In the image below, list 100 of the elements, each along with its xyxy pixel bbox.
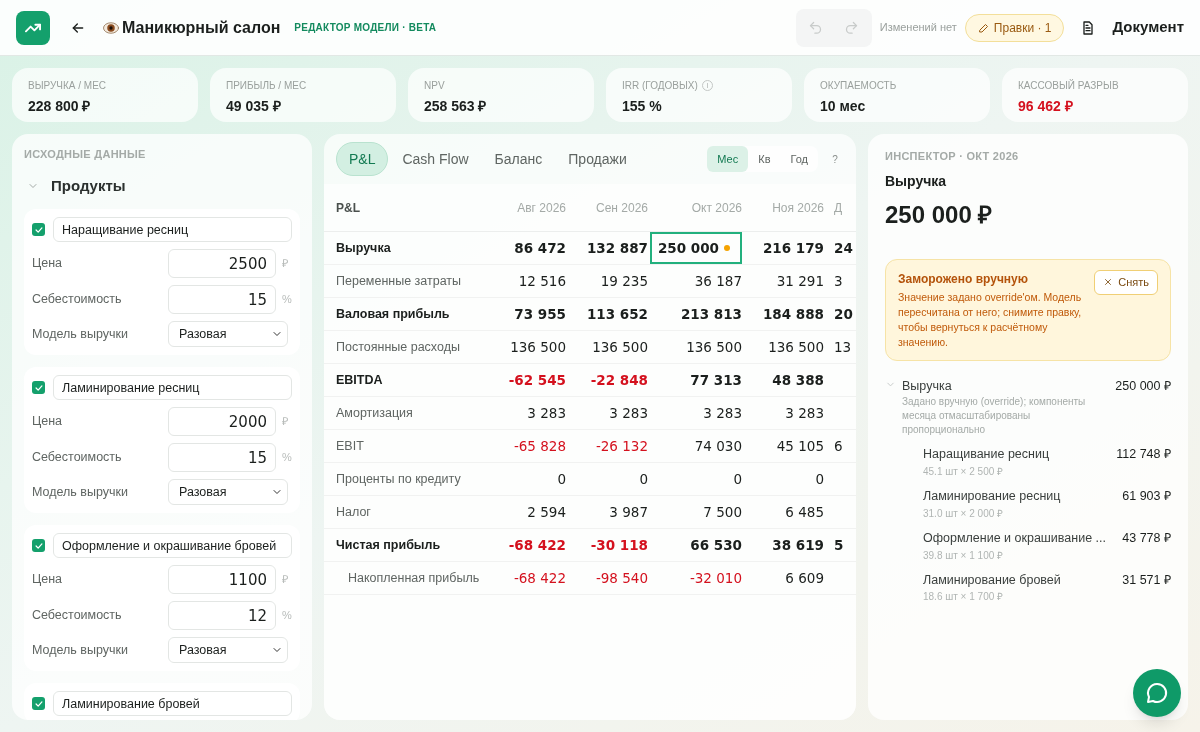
component-detail: 18.6 шт × 1 700 ₽	[923, 590, 1005, 605]
table-cell[interactable]: 0	[648, 468, 742, 490]
period-toggle[interactable]: Мес	[707, 146, 749, 172]
table-cell[interactable]: 20	[824, 303, 854, 325]
chat-button[interactable]	[1133, 669, 1181, 717]
product-name-field[interactable]: Оформление и окрашивание бровей	[53, 533, 292, 558]
table-cell[interactable]: 24	[824, 237, 854, 259]
table-cell[interactable]: 3 987	[566, 501, 648, 523]
table-cell[interactable]: -30 118	[566, 534, 648, 556]
product-name-field[interactable]: Ламинирование бровей	[53, 691, 292, 716]
chat-bubble-icon	[1145, 681, 1169, 705]
report-tab[interactable]: P&L	[336, 142, 389, 176]
table-cell[interactable]: 48 388	[742, 369, 824, 391]
table-cell[interactable]: 213 813	[648, 303, 742, 325]
product-name-field[interactable]: Ламинирование ресниц	[53, 375, 292, 400]
table-cell[interactable]: -62 545	[494, 369, 566, 391]
table-cell[interactable]: -65 828	[494, 435, 566, 457]
table-cell[interactable]: 3 283	[742, 402, 824, 424]
select-field[interactable]: Разовая	[168, 479, 288, 505]
number-field[interactable]: 2500	[168, 249, 276, 278]
table-cell[interactable]: 6 609	[742, 567, 824, 589]
kpi-label: NPV	[424, 79, 445, 93]
table-cell[interactable]: 45 105	[742, 435, 824, 457]
table-cell[interactable]: 7 500	[648, 501, 742, 523]
table-cell[interactable]: 12 516	[494, 270, 566, 292]
table-cell[interactable]: 216 179	[742, 237, 824, 259]
metric-name: Выручка	[885, 171, 948, 191]
column-header: Д	[833, 199, 844, 217]
kpi-value: 228 800 ₽	[28, 97, 92, 116]
component-label: Оформление и окрашивание ...	[923, 529, 1107, 547]
table-cell[interactable]: 31 291	[742, 270, 824, 292]
table-cell[interactable]: 136 500	[494, 336, 566, 358]
checkbox[interactable]	[32, 381, 45, 394]
column-header: Окт 2026	[690, 199, 742, 217]
document-button[interactable]: Документ	[1080, 16, 1184, 39]
kpi-label: ВЫРУЧКА / МЕС	[28, 79, 107, 93]
section-toggle[interactable]: Продукты	[24, 174, 126, 197]
table-cell[interactable]: 74 030	[648, 435, 742, 457]
table-cell[interactable]: 136 500	[648, 336, 742, 358]
table-cell[interactable]: 2 594	[494, 501, 566, 523]
table-cell[interactable]: 3 283	[648, 402, 742, 424]
select-field[interactable]: Разовая	[168, 321, 288, 347]
checkbox[interactable]	[32, 697, 45, 710]
table-cell[interactable]: 3 283	[566, 402, 648, 424]
number-field[interactable]: 12	[168, 601, 276, 630]
check-icon	[33, 382, 44, 393]
number-field[interactable]: 1100	[168, 565, 276, 594]
report-tab[interactable]: Продажи	[556, 142, 639, 176]
checkbox[interactable]	[32, 539, 45, 552]
number-field[interactable]: 2000	[168, 407, 276, 436]
table-cell[interactable]: -68 422	[494, 534, 566, 556]
edits-button[interactable]: Правки · 1	[964, 13, 1065, 42]
kpi-value: 258 563 ₽	[424, 97, 488, 116]
row-label: EBITDA	[335, 371, 384, 389]
table-cell[interactable]: 136 500	[742, 336, 824, 358]
table-cell[interactable]: -22 848	[566, 369, 648, 391]
table-cell[interactable]: 113 652	[566, 303, 648, 325]
table-cell[interactable]: 136 500	[566, 336, 648, 358]
table-cell[interactable]: 3 283	[494, 402, 566, 424]
table-cell[interactable]: -98 540	[566, 567, 648, 589]
table-cell[interactable]: 0	[742, 468, 824, 490]
column-header: Сен 2026	[595, 199, 648, 217]
table-cell[interactable]: -26 132	[566, 435, 648, 457]
report-tab[interactable]: Cash Flow	[390, 142, 481, 176]
component-detail: 45.1 шт × 2 500 ₽	[923, 465, 1005, 479]
table-cell[interactable]: 73 955	[494, 303, 566, 325]
table-cell[interactable]: 38 619	[742, 534, 824, 556]
row-label: Проценты по кредиту	[335, 470, 462, 488]
table-cell[interactable]: 184 888	[742, 303, 824, 325]
report-tab[interactable]: Баланс	[482, 142, 555, 176]
table-cell[interactable]: 6	[824, 435, 854, 457]
table-cell[interactable]: 3	[824, 270, 854, 292]
table-cell[interactable]: -68 422	[494, 567, 566, 589]
table-cell[interactable]: 77 313	[648, 369, 742, 391]
number-field[interactable]: 15	[168, 443, 276, 472]
component-label: Наращивание ресниц	[923, 446, 1050, 464]
period-toggle[interactable]: Кв	[748, 146, 781, 172]
table-cell[interactable]: 13	[824, 336, 854, 358]
table-cell[interactable]: 6 485	[742, 501, 824, 523]
period-toggle[interactable]: Год	[780, 146, 818, 172]
select-field[interactable]: Разовая	[168, 637, 288, 663]
table-cell[interactable]: 0	[566, 468, 648, 490]
table-cell[interactable]: 19 235	[566, 270, 648, 292]
checkbox[interactable]	[32, 223, 45, 236]
field-label: Цена	[32, 571, 64, 589]
product-name-field[interactable]: Наращивание ресниц	[53, 217, 292, 242]
table-cell[interactable]: 86 472	[494, 237, 566, 259]
changes-status: Изменений нет	[879, 20, 957, 36]
row-label: Накопленная прибыль	[347, 569, 481, 587]
selected-cell[interactable]: 250 000	[650, 232, 742, 264]
table-cell[interactable]: -32 010	[648, 567, 742, 589]
number-field[interactable]: 15	[168, 285, 276, 314]
table-cell[interactable]: 5	[824, 534, 854, 556]
unit-label: %	[282, 450, 292, 466]
table-cell[interactable]: 36 187	[648, 270, 742, 292]
component-label: Ламинирование бровей	[923, 571, 1061, 589]
table-cell[interactable]: 0	[494, 468, 566, 490]
table-cell[interactable]: 66 530	[648, 534, 742, 556]
remove-override-button[interactable]: Снять	[1094, 269, 1158, 295]
table-cell[interactable]: 132 887	[566, 237, 648, 259]
